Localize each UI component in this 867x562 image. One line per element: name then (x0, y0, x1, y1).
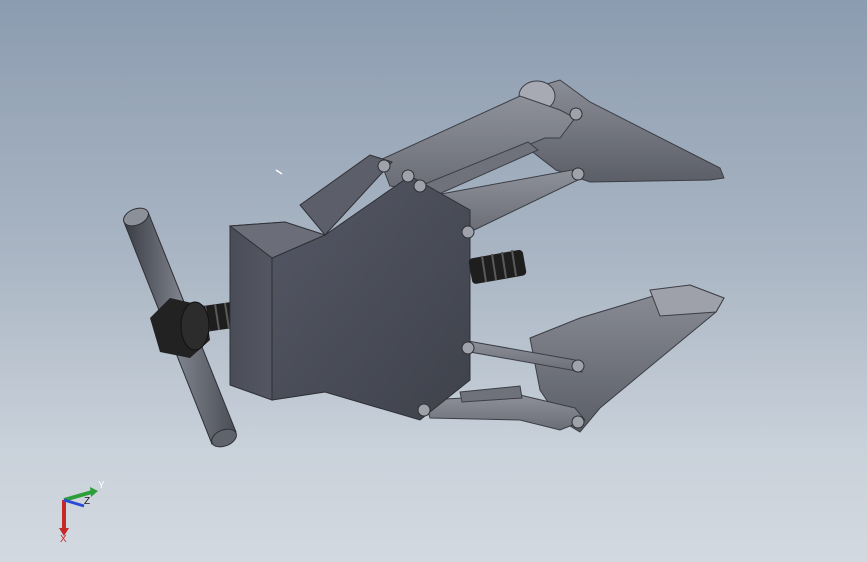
triad-x-axis (59, 500, 69, 536)
triad-z-axis (63, 498, 85, 508)
origin-marker (275, 169, 283, 175)
gripper-model[interactable] (0, 0, 867, 562)
triad-y-axis (63, 487, 98, 502)
reference-triad: Y Z X (59, 480, 105, 542)
triad-y-label: Y (98, 480, 105, 491)
triad-x-label: X (60, 534, 67, 542)
gripper-body[interactable] (228, 154, 471, 421)
graphics-viewport[interactable]: Y Z X (0, 0, 867, 562)
triad-z-label: Z (84, 496, 90, 507)
lead-screw-right[interactable] (468, 249, 527, 284)
